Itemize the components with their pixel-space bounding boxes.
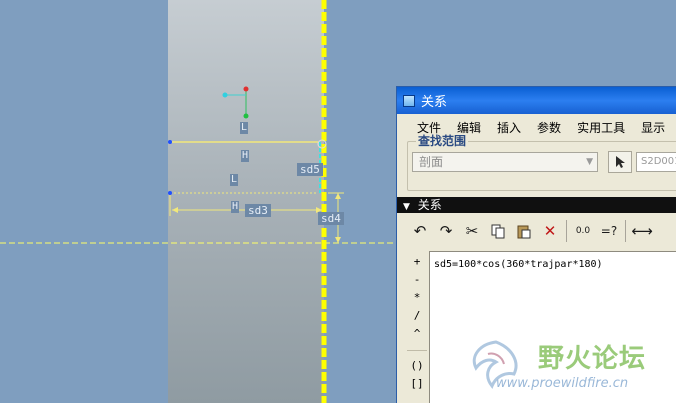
relations-section-title: 关系 xyxy=(417,198,442,212)
dimension-icon[interactable]: ⟷ xyxy=(629,218,655,244)
sd3-arrow-left xyxy=(172,207,178,213)
watermark-name: 野火论坛 xyxy=(538,344,647,374)
plus-operator-button[interactable]: + xyxy=(407,253,427,271)
sd4-dimension-label[interactable]: sd4 xyxy=(318,212,344,225)
undo-icon[interactable]: ↶ xyxy=(407,218,433,244)
minus-operator-button[interactable]: - xyxy=(407,271,427,289)
watermark-url: www.proewildfire.cn xyxy=(496,376,629,391)
relation-line[interactable]: sd5=100*cos(360*trajpar*180) xyxy=(430,252,676,278)
relations-section-header[interactable]: ▼ 关系 xyxy=(397,197,676,213)
copy-glyph xyxy=(491,224,505,239)
parentheses-operator-button[interactable]: () xyxy=(407,357,427,375)
search-scope-group: 查找范围 剖面 ▼ S2D001 xyxy=(407,134,676,191)
horizontal-marker-lower: H xyxy=(231,201,240,213)
object-name-field[interactable]: S2D001 xyxy=(636,152,676,172)
toolbar-separator xyxy=(625,220,626,242)
numeric-value-icon[interactable]: 0.0 xyxy=(570,218,596,244)
dialog-titlebar[interactable]: 关系 xyxy=(397,87,676,114)
csys-point-red xyxy=(243,86,249,92)
chevron-down-icon: ▼ xyxy=(586,157,593,167)
delete-icon[interactable]: ✕ xyxy=(537,218,563,244)
copy-icon[interactable] xyxy=(485,218,511,244)
horizontal-marker-upper: H xyxy=(241,150,250,162)
sd5-dimension-label[interactable]: sd5 xyxy=(297,163,323,176)
menu-utilities[interactable]: 实用工具 xyxy=(575,118,627,138)
line-marker-lower: L xyxy=(230,174,239,186)
relations-toolbar: ↶ ↷ ✂ ✕ 0.0 =? ⟷ xyxy=(407,217,655,245)
scope-select-value: 剖面 xyxy=(419,155,444,169)
sd3-dimension-label[interactable]: sd3 xyxy=(245,204,271,217)
watermark: 野火论坛 www.proewildfire.cn xyxy=(466,336,676,396)
power-operator-button[interactable]: ^ xyxy=(407,325,427,343)
menu-parameters[interactable]: 参数 xyxy=(535,118,563,138)
operator-column: + - * / ^ () [] xyxy=(407,253,427,403)
dialog-title: 关系 xyxy=(421,95,448,110)
operator-separator xyxy=(407,343,427,351)
cursor-arrow-icon xyxy=(616,156,625,168)
sd4-arrow-bottom xyxy=(335,237,341,243)
paste-icon[interactable] xyxy=(511,218,537,244)
redo-icon[interactable]: ↷ xyxy=(433,218,459,244)
divide-operator-button[interactable]: / xyxy=(407,307,427,325)
paste-glyph xyxy=(517,225,531,239)
endpoint-lower xyxy=(168,191,172,195)
pick-object-button[interactable] xyxy=(608,151,632,173)
multiply-operator-button[interactable]: * xyxy=(407,289,427,307)
window-icon xyxy=(403,94,415,107)
cut-icon[interactable]: ✂ xyxy=(459,218,485,244)
toolbar-separator xyxy=(566,220,567,242)
menu-display[interactable]: 显示 xyxy=(639,118,667,138)
scope-select[interactable]: 剖面 ▼ xyxy=(412,152,598,172)
brackets-operator-button[interactable]: [] xyxy=(407,375,427,393)
csys-point-green xyxy=(243,113,249,119)
endpoint-upper xyxy=(168,140,172,144)
csys-point-cyan xyxy=(222,92,228,98)
collapse-triangle-icon: ▼ xyxy=(403,202,410,212)
line-marker-upper: L xyxy=(240,122,249,134)
menu-insert[interactable]: 插入 xyxy=(495,118,523,138)
evaluate-icon[interactable]: =? xyxy=(596,218,622,244)
search-scope-legend: 查找范围 xyxy=(416,134,469,148)
sd4-arrow-top xyxy=(335,193,341,199)
